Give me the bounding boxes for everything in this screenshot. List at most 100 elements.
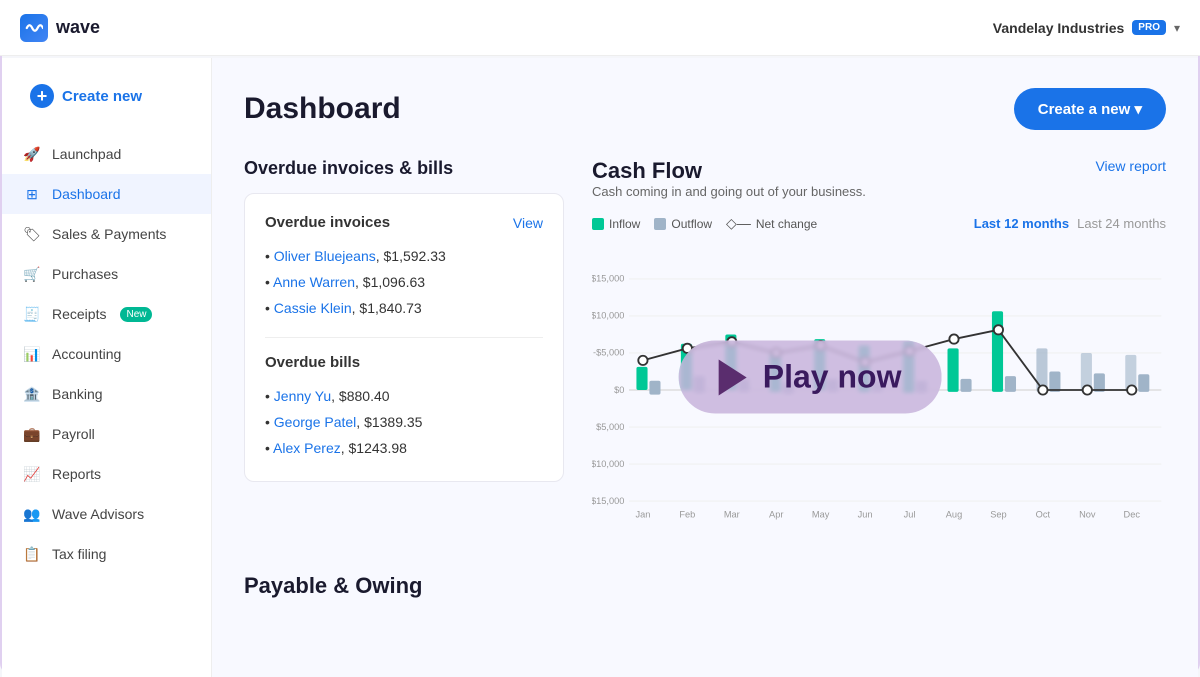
play-now-overlay[interactable]: Play now xyxy=(679,341,942,414)
sidebar-label-launchpad: Launchpad xyxy=(52,146,121,162)
new-badge: New xyxy=(120,307,152,322)
accounting-icon: 📊 xyxy=(22,344,42,364)
payable-section-title: Payable & Owing xyxy=(244,573,1166,599)
page-title: Dashboard xyxy=(244,92,401,126)
invoices-title: Overdue invoices xyxy=(265,214,390,231)
view-report-link[interactable]: View report xyxy=(1095,158,1166,174)
sidebar-item-purchases[interactable]: 🛒 Purchases xyxy=(2,254,211,294)
outflow-dot xyxy=(654,218,666,230)
create-a-new-button[interactable]: Create a new ▾ xyxy=(1014,88,1166,130)
svg-text:Mar: Mar xyxy=(724,510,740,520)
svg-text:Jul: Jul xyxy=(904,510,916,520)
create-new-button[interactable]: + Create new xyxy=(14,74,158,118)
invoice-name-2[interactable]: Anne Warren xyxy=(273,274,355,290)
main-layout: + Create new 🚀 Launchpad ⊞ Dashboard 🏷 S… xyxy=(2,58,1198,677)
last-12-months-btn[interactable]: Last 12 months xyxy=(974,216,1069,231)
cashflow-chart-container: -$15,000 -$10,000 -$5,000 $0 $5,000 $10,… xyxy=(592,240,1166,545)
svg-text:Aug: Aug xyxy=(946,510,962,520)
sidebar-item-launchpad[interactable]: 🚀 Launchpad xyxy=(2,134,211,174)
payroll-icon: 💼 xyxy=(22,424,42,444)
sidebar-label-banking: Banking xyxy=(52,386,103,402)
sidebar-item-tax-filing[interactable]: 📋 Tax filing xyxy=(2,534,211,574)
dashboard-icon: ⊞ xyxy=(22,184,42,204)
sidebar-item-accounting[interactable]: 📊 Accounting xyxy=(2,334,211,374)
wave-logo-icon xyxy=(20,14,48,42)
svg-text:Feb: Feb xyxy=(679,510,695,520)
bill-name-1[interactable]: Jenny Yu xyxy=(274,388,331,404)
bill-item-2: • George Patel, $1389.35 xyxy=(265,409,543,435)
chart-legend: Inflow Outflow ◇— Net change xyxy=(592,215,817,232)
cashflow-title-block: Cash Flow Cash coming in and going out o… xyxy=(592,158,866,211)
svg-text:$5,000: $5,000 xyxy=(596,422,624,432)
cashflow-title: Cash Flow xyxy=(592,158,866,184)
sidebar-label-reports: Reports xyxy=(52,466,101,482)
play-icon xyxy=(719,359,747,395)
cashflow-subtitle: Cash coming in and going out of your bus… xyxy=(592,184,866,199)
svg-text:-$10,000: -$10,000 xyxy=(592,311,624,321)
svg-text:-$15,000: -$15,000 xyxy=(592,496,624,506)
svg-text:Oct: Oct xyxy=(1036,510,1051,520)
bill-item-1: • Jenny Yu, $880.40 xyxy=(265,383,543,409)
svg-text:Sep: Sep xyxy=(990,510,1006,520)
sidebar-item-dashboard[interactable]: ⊞ Dashboard xyxy=(2,174,211,214)
sidebar-item-wave-advisors[interactable]: 👥 Wave Advisors xyxy=(2,494,211,534)
bill-name-2[interactable]: George Patel xyxy=(274,414,357,430)
sidebar-item-sales-payments[interactable]: 🏷 Sales & Payments xyxy=(2,214,211,254)
sidebar-item-payroll[interactable]: 💼 Payroll xyxy=(2,414,211,454)
logo: wave xyxy=(20,14,100,42)
bill-name-3[interactable]: Alex Perez xyxy=(273,440,341,456)
bills-header: Overdue bills xyxy=(265,354,543,371)
tax-icon: 📋 xyxy=(22,544,42,564)
svg-text:May: May xyxy=(812,510,830,520)
bill-item-3: • Alex Perez, $1243.98 xyxy=(265,435,543,461)
svg-text:Apr: Apr xyxy=(769,510,783,520)
inflow-dot xyxy=(592,218,604,230)
svg-text:$10,000: $10,000 xyxy=(592,459,624,469)
last-24-months-btn[interactable]: Last 24 months xyxy=(1077,216,1166,231)
period-buttons: Last 12 months Last 24 months xyxy=(974,216,1166,231)
pro-badge: PRO xyxy=(1132,20,1166,35)
overdue-card: Overdue invoices View • Oliver Bluejeans… xyxy=(244,193,564,482)
sidebar-label-tax-filing: Tax filing xyxy=(52,546,106,562)
rocket-icon: 🚀 xyxy=(22,144,42,164)
sidebar-item-reports[interactable]: 📈 Reports xyxy=(2,454,211,494)
bills-title: Overdue bills xyxy=(265,354,360,371)
outflow-label: Outflow xyxy=(671,217,712,231)
svg-text:Nov: Nov xyxy=(1079,510,1096,520)
svg-text:$0: $0 xyxy=(614,385,624,395)
purchases-icon: 🛒 xyxy=(22,264,42,284)
invoice-item-3: • Cassie Klein, $1,840.73 xyxy=(265,295,543,321)
svg-text:Dec: Dec xyxy=(1124,510,1141,520)
sidebar-item-receipts[interactable]: 🧾 Receipts New xyxy=(2,294,211,334)
legend-net-change: ◇— Net change xyxy=(726,215,817,232)
net-change-label: Net change xyxy=(756,217,817,231)
two-col-layout: Overdue invoices & bills Overdue invoice… xyxy=(244,158,1166,545)
svg-text:-$5,000: -$5,000 xyxy=(593,348,624,358)
sidebar-label-accounting: Accounting xyxy=(52,346,121,362)
sidebar-label-payroll: Payroll xyxy=(52,426,95,442)
main-content: Dashboard Create a new ▾ Overdue invoice… xyxy=(212,58,1198,677)
plus-icon: + xyxy=(30,84,54,108)
sidebar-label-purchases: Purchases xyxy=(52,266,118,282)
advisors-icon: 👥 xyxy=(22,504,42,524)
company-name: Vandelay Industries xyxy=(993,20,1125,36)
invoice-name-3[interactable]: Cassie Klein xyxy=(274,300,352,316)
sidebar-label-wave-advisors: Wave Advisors xyxy=(52,506,144,522)
left-column: Overdue invoices & bills Overdue invoice… xyxy=(244,158,564,545)
svg-text:-$15,000: -$15,000 xyxy=(592,274,624,284)
invoice-name-1[interactable]: Oliver Bluejeans xyxy=(274,248,376,264)
receipts-icon: 🧾 xyxy=(22,304,42,324)
company-badge[interactable]: Vandelay Industries PRO ▾ xyxy=(993,20,1180,36)
svg-text:Jun: Jun xyxy=(858,510,873,520)
page-header: Dashboard Create a new ▾ xyxy=(244,88,1166,130)
reports-icon: 📈 xyxy=(22,464,42,484)
banking-icon: 🏦 xyxy=(22,384,42,404)
overdue-section-heading: Overdue invoices & bills xyxy=(244,158,564,179)
chevron-down-icon: ▾ xyxy=(1174,21,1180,35)
sidebar-label-dashboard: Dashboard xyxy=(52,186,121,202)
sidebar-label-receipts: Receipts xyxy=(52,306,106,322)
view-invoices-link[interactable]: View xyxy=(513,215,543,231)
sidebar-item-banking[interactable]: 🏦 Banking xyxy=(2,374,211,414)
svg-text:Jan: Jan xyxy=(635,510,650,520)
invoice-item-1: • Oliver Bluejeans, $1,592.33 xyxy=(265,243,543,269)
